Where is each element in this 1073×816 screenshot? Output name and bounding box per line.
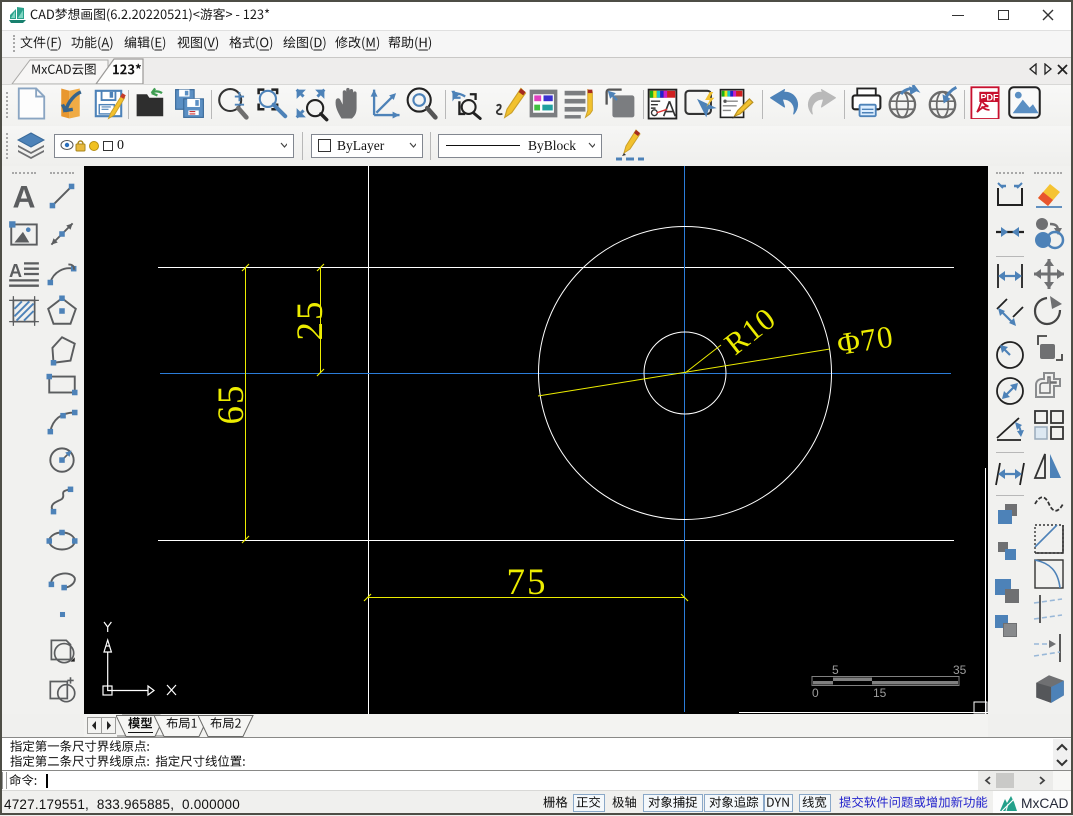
svg-text:R10: R10: [718, 300, 783, 361]
svg-text:65: 65: [211, 384, 252, 425]
svg-text:PDF: PDF: [980, 92, 999, 102]
svg-text:25: 25: [290, 300, 331, 341]
svg-text:35: 35: [953, 663, 967, 677]
svg-text:A: A: [9, 261, 22, 281]
svg-text:75: 75: [507, 562, 548, 603]
svg-text:A: A: [12, 179, 35, 213]
svg-text:15: 15: [873, 686, 887, 700]
svg-text:5: 5: [832, 663, 839, 677]
svg-text:0: 0: [812, 686, 819, 700]
svg-text:Φ70: Φ70: [835, 318, 896, 361]
